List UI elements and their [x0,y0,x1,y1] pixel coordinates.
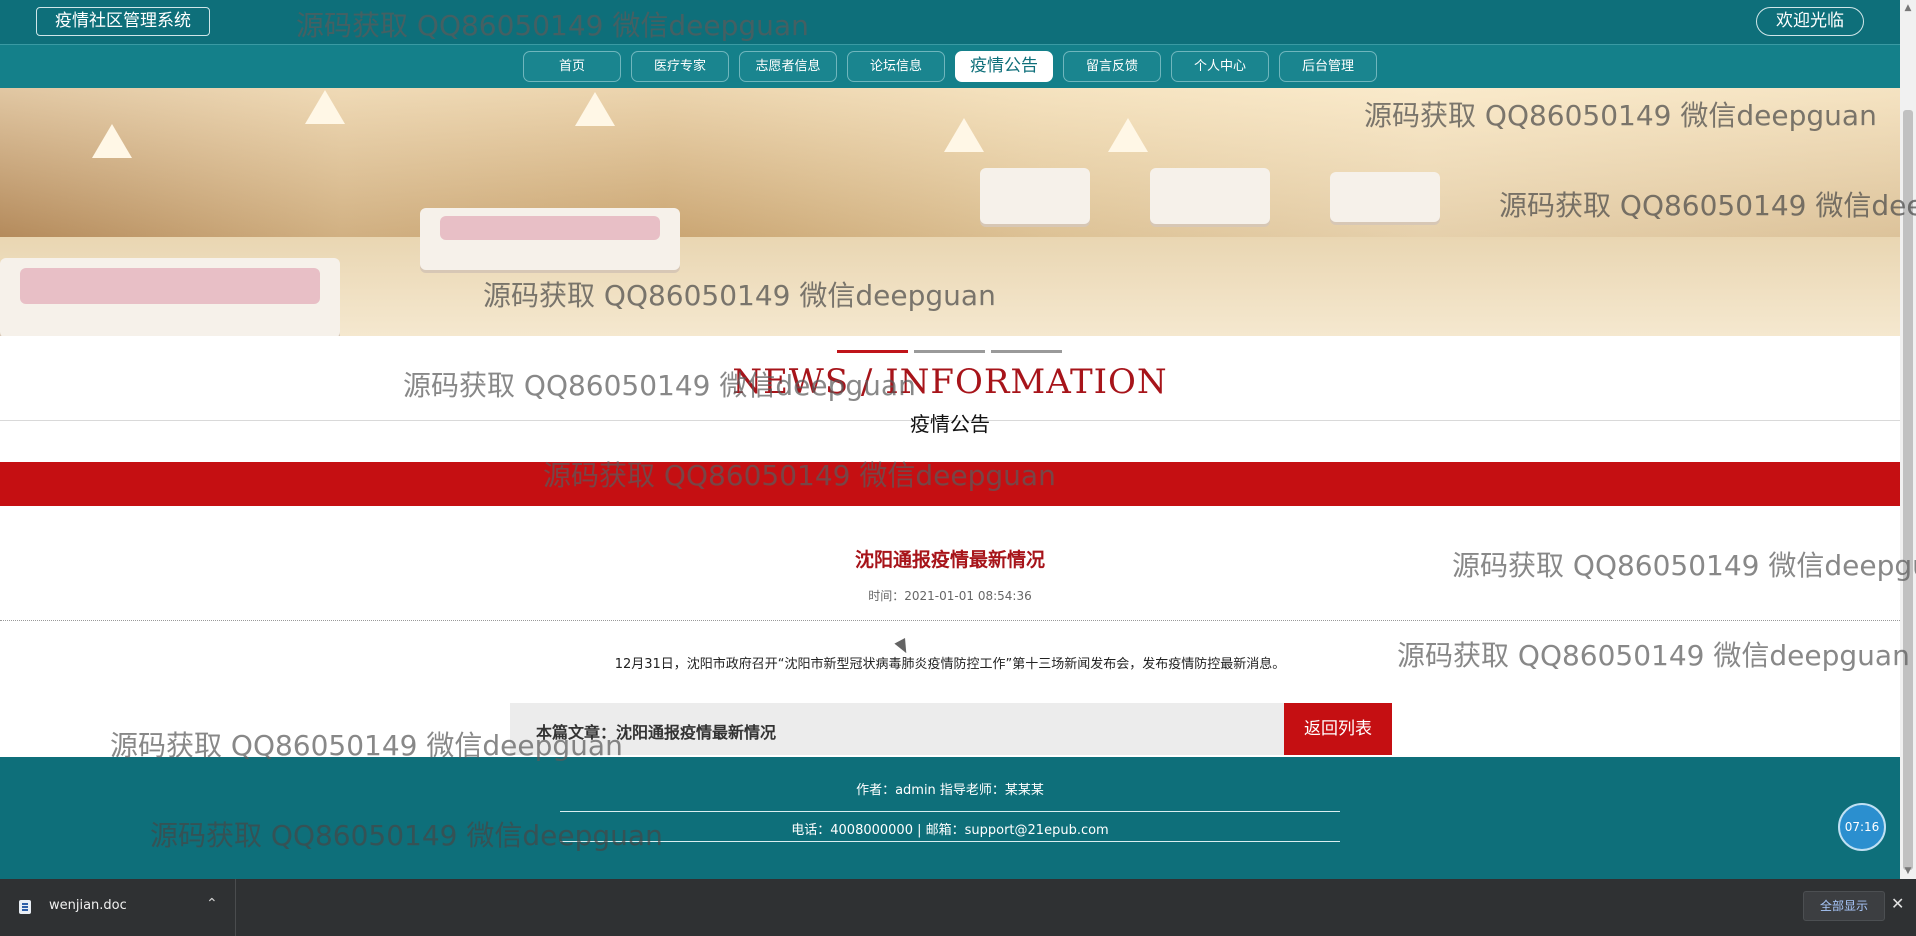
main-nav: 首页 医疗专家 志愿者信息 论坛信息 疫情公告 留言反馈 个人中心 后台管理 [0,44,1900,88]
section-title-cn: 疫情公告 [910,412,990,436]
footer-author: 作者：admin 指导老师：某某某 [856,783,1044,798]
page-footer: 作者：admin 指导老师：某某某 电话：4008000000 | 邮箱：sup… [0,757,1900,879]
back-to-list-button[interactable]: 返回列表 [1284,703,1392,755]
bed-shape [980,168,1090,224]
slider-dot-3[interactable] [991,350,1062,353]
site-title[interactable]: 疫情社区管理系统 [36,7,210,36]
lamp-shape [305,90,345,124]
nav-item-volunteers[interactable]: 志愿者信息 [739,51,837,82]
scroll-down-arrow-icon[interactable]: ▼ [1900,863,1916,879]
nav-item-experts[interactable]: 医疗专家 [631,51,729,82]
download-item[interactable]: wenjian.doc ⌃ [0,879,236,936]
article-body: 12月31日，沈阳市政府召开“沈阳市新型冠状病毒肺炎疫情防控工作”第十三场新闻发… [614,657,1286,672]
footer-contact: 电话：4008000000 | 邮箱：support@21epub.com [791,823,1109,838]
red-band [0,462,1900,506]
scroll-up-arrow-icon[interactable]: ▲ [1900,0,1916,16]
article-title: 沈阳通报疫情最新情况 [854,549,1045,571]
hero-banner-image [0,88,1900,336]
nav-item-profile[interactable]: 个人中心 [1171,51,1269,82]
bed-shape [1150,168,1270,224]
scroll-thumb[interactable] [1903,110,1913,870]
nav-item-home[interactable]: 首页 [523,51,621,82]
article-divider [0,620,1900,621]
bed-sheet-shape [20,268,320,304]
bed-sheet-shape [440,216,660,240]
top-header: 疫情社区管理系统 欢迎光临 [0,0,1900,44]
download-file-name[interactable]: wenjian.doc [49,898,127,913]
slider-dot-2[interactable] [914,350,985,353]
banner-wall [0,88,1900,237]
show-all-downloads-button[interactable]: 全部显示 [1803,891,1885,921]
article-footer-strip: 本篇文章：沈阳通报疫情最新情况 [510,703,1284,755]
close-icon[interactable]: ✕ [1891,894,1904,913]
vertical-scrollbar[interactable]: ▲ ▼ [1900,0,1916,879]
nav-item-announcements[interactable]: 疫情公告 [955,51,1053,82]
footer-divider [560,811,1340,812]
nav-item-feedback[interactable]: 留言反馈 [1063,51,1161,82]
document-file-icon [19,900,31,914]
section-title-en: NEWS / INFORMATION [732,362,1168,402]
lamp-shape [944,118,984,152]
bed-shape [1330,172,1440,222]
article-time: 时间：2021-01-01 08:54:36 [868,589,1032,603]
footer-divider [560,841,1340,842]
slider-dot-1[interactable] [837,350,908,353]
lamp-shape [575,92,615,126]
download-bar: wenjian.doc ⌃ 全部显示 ✕ [0,879,1916,936]
this-article-label: 本篇文章：沈阳通报疫情最新情况 [536,723,777,742]
welcome-button[interactable]: 欢迎光临 [1756,7,1864,36]
nav-item-admin[interactable]: 后台管理 [1279,51,1377,82]
nav-item-forum[interactable]: 论坛信息 [847,51,945,82]
chevron-up-icon[interactable]: ⌃ [206,896,218,912]
floating-clock-widget[interactable]: 07:16 [1838,803,1886,851]
lamp-shape [92,124,132,158]
slider-indicators [837,350,1062,353]
lamp-shape [1108,118,1148,152]
